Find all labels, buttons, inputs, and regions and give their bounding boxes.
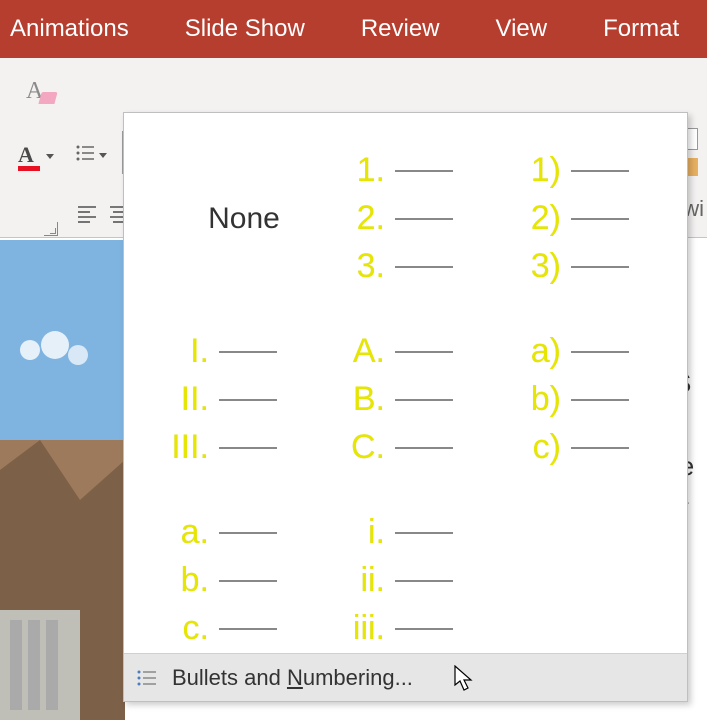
tab-review[interactable]: Review [361, 15, 440, 43]
slide-image [0, 240, 125, 720]
font-color-button[interactable]: A [16, 140, 56, 173]
numbering-icon [136, 669, 158, 687]
numbering-option-none[interactable]: None [159, 131, 329, 306]
clear-formatting-icon[interactable]: A [26, 78, 43, 105]
numbering-none-label: None [208, 202, 280, 236]
ribbon-tab-bar: Animations Slide Show Review View Format [0, 0, 707, 58]
tab-view[interactable]: View [496, 15, 548, 43]
bullets-chevron-icon[interactable] [99, 153, 107, 158]
numbering-option-empty [511, 493, 681, 668]
numbering-option-decimal-paren[interactable]: 1) 2) 3) [511, 131, 681, 306]
numbering-option-alpha-lower-paren[interactable]: a) b) c) [511, 312, 681, 487]
tab-animations[interactable]: Animations [10, 15, 129, 43]
bullets-button[interactable] [74, 142, 96, 169]
numbering-option-alpha-upper[interactable]: A. B. C. [335, 312, 505, 487]
numbering-option-alpha-lower-period[interactable]: a. b. c. [159, 493, 329, 668]
numbering-dropdown: None 1. 2. 3. 1) 2) 3) I. II. III. A. B.… [123, 112, 688, 702]
bullets-and-numbering-menu-item[interactable]: Bullets and Numbering... [124, 653, 687, 701]
numbering-option-decimal-period[interactable]: 1. 2. 3. [335, 131, 505, 306]
tab-slide-show[interactable]: Slide Show [185, 15, 305, 43]
align-left-button[interactable] [76, 202, 98, 229]
tab-format[interactable]: Format [603, 15, 679, 43]
numbering-option-roman-upper[interactable]: I. II. III. [159, 312, 329, 487]
font-dialog-launcher[interactable] [44, 222, 58, 236]
bullets-and-numbering-label: Bullets and Numbering... [172, 665, 413, 691]
chevron-down-icon[interactable] [46, 154, 54, 159]
numbering-option-roman-lower[interactable]: i. ii. iii. [335, 493, 505, 668]
